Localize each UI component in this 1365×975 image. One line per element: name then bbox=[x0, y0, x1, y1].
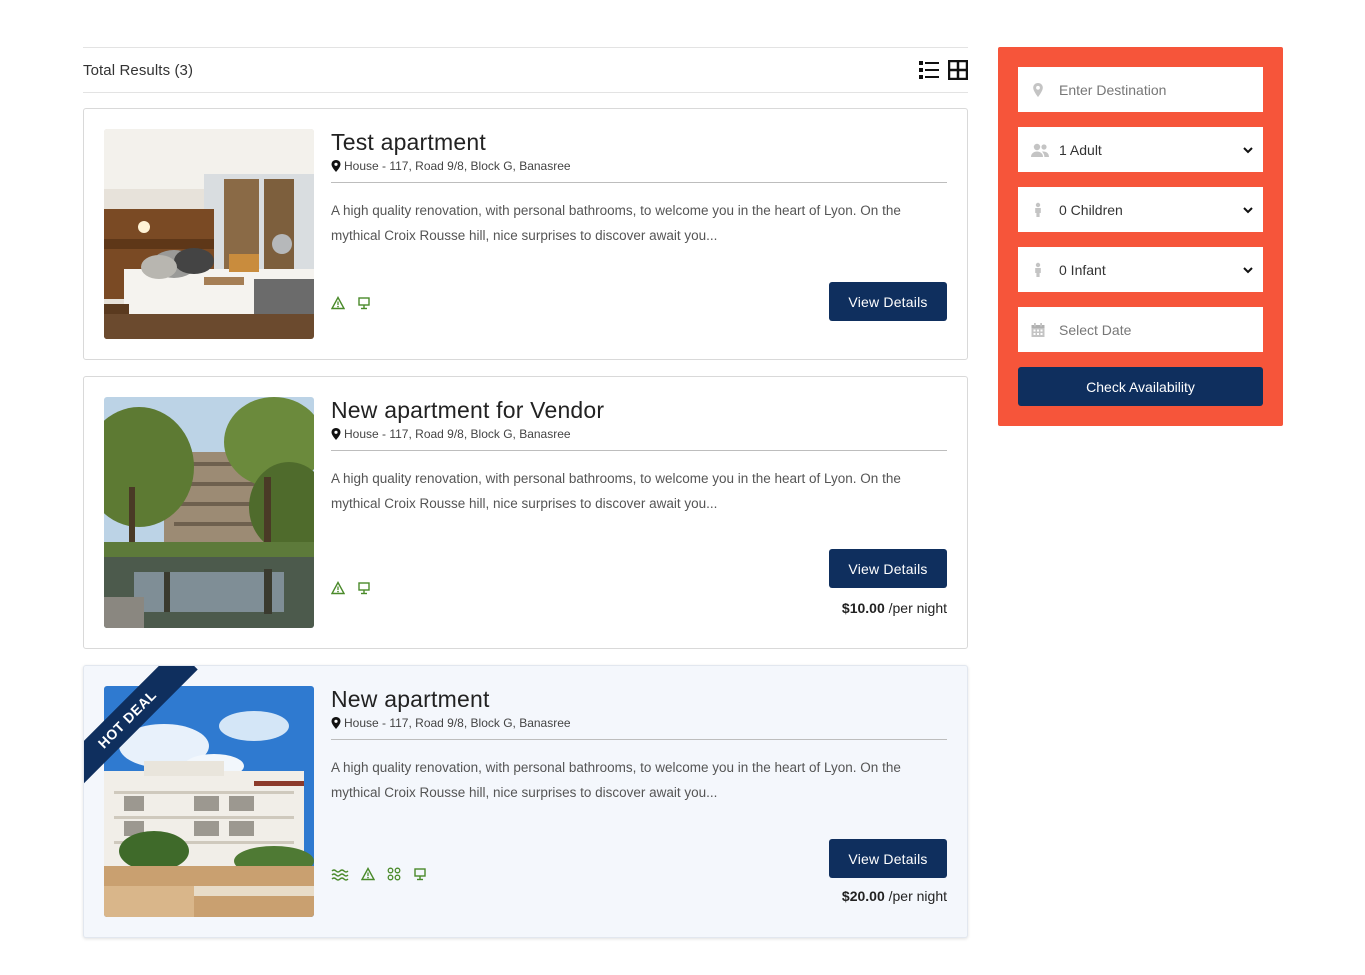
adults-value: 1 Adult bbox=[1059, 141, 1102, 158]
price-amount: $10.00 bbox=[841, 600, 885, 616]
results-column: Total Results (3) Test apartment House -… bbox=[83, 47, 968, 938]
listing-body: New apartment for Vendor House - 117, Ro… bbox=[331, 395, 947, 516]
price-amount: $20.00 bbox=[841, 888, 885, 904]
listing-body: Test apartment House - 117, Road 9/8, Bl… bbox=[331, 127, 947, 248]
warning-icon bbox=[361, 867, 375, 881]
view-details-button[interactable]: View Details bbox=[829, 839, 947, 878]
total-results-label: Total Results bbox=[83, 61, 171, 79]
hot-deal-label: HOT DEAL bbox=[84, 666, 198, 786]
users-icon bbox=[1030, 142, 1050, 158]
amenities bbox=[331, 296, 371, 310]
warning-icon bbox=[331, 581, 345, 595]
children-value: 0 Children bbox=[1059, 201, 1123, 218]
children-select[interactable]: 0 Children bbox=[1018, 187, 1263, 232]
hot-deal-ribbon: HOT DEAL bbox=[84, 666, 204, 786]
date-placeholder: Select Date bbox=[1059, 321, 1132, 338]
listing-price: $10.00 /per night bbox=[842, 600, 947, 616]
listing-thumbnail[interactable] bbox=[104, 129, 314, 339]
listing-title[interactable]: New apartment for Vendor bbox=[331, 395, 947, 425]
chevron-down-icon bbox=[1242, 204, 1254, 216]
listing-description: A high quality renovation, with personal… bbox=[331, 471, 901, 511]
listing-address-text: House - 117, Road 9/8, Block G, Banasree bbox=[344, 159, 571, 173]
view-details-button[interactable]: View Details bbox=[829, 549, 947, 588]
total-results-count: (3) bbox=[174, 61, 194, 79]
warning-icon bbox=[331, 296, 345, 310]
grid-view-icon[interactable] bbox=[948, 60, 968, 80]
listing-address: House - 117, Road 9/8, Block G, Banasree bbox=[331, 159, 947, 183]
listing-title[interactable]: New apartment bbox=[331, 684, 947, 714]
command-icon bbox=[387, 867, 401, 881]
price-unit: /per night bbox=[888, 888, 947, 904]
price-unit: /per night bbox=[888, 600, 947, 616]
listing-address-text: House - 117, Road 9/8, Block G, Banasree bbox=[344, 716, 571, 730]
listing-title[interactable]: Test apartment bbox=[331, 127, 947, 157]
view-toggles bbox=[919, 60, 968, 80]
infants-value: 0 Infant bbox=[1059, 261, 1106, 278]
date-field[interactable]: Select Date bbox=[1018, 307, 1263, 352]
listing-address-text: House - 117, Road 9/8, Block G, Banasree bbox=[344, 427, 571, 441]
listing-card: New apartment for Vendor House - 117, Ro… bbox=[83, 376, 968, 649]
chevron-down-icon bbox=[1242, 264, 1254, 276]
destination-placeholder: Enter Destination bbox=[1059, 81, 1167, 98]
results-header: Total Results (3) bbox=[83, 47, 968, 93]
infants-select[interactable]: 0 Infant bbox=[1018, 247, 1263, 292]
map-marker-icon bbox=[331, 717, 341, 729]
check-availability-button[interactable]: Check Availability bbox=[1018, 367, 1263, 406]
amenities bbox=[331, 581, 371, 595]
listing-description: A high quality renovation, with personal… bbox=[331, 203, 901, 243]
map-marker-icon bbox=[331, 428, 341, 440]
list-view-icon[interactable] bbox=[919, 60, 939, 80]
tv-icon bbox=[357, 296, 371, 310]
listing-card: Test apartment House - 117, Road 9/8, Bl… bbox=[83, 108, 968, 360]
listing-thumbnail[interactable] bbox=[104, 397, 314, 628]
location-icon bbox=[1030, 82, 1046, 98]
adults-select[interactable]: 1 Adult bbox=[1018, 127, 1263, 172]
listing-body: New apartment House - 117, Road 9/8, Blo… bbox=[331, 684, 947, 805]
child-icon bbox=[1030, 262, 1046, 278]
view-details-button[interactable]: View Details bbox=[829, 282, 947, 321]
listing-address: House - 117, Road 9/8, Block G, Banasree bbox=[331, 716, 947, 740]
tv-icon bbox=[357, 581, 371, 595]
listing-price: $20.00 /per night bbox=[842, 888, 947, 904]
amenities bbox=[331, 867, 427, 881]
destination-field[interactable]: Enter Destination bbox=[1018, 67, 1263, 112]
listing-description: A high quality renovation, with personal… bbox=[331, 760, 901, 800]
listing-card-featured: HOT DEAL New apartment House - 117, Road… bbox=[83, 665, 968, 938]
map-marker-icon bbox=[331, 160, 341, 172]
availability-search-panel: Enter Destination 1 Adult 0 Children 0 I… bbox=[998, 47, 1283, 426]
calendar-icon bbox=[1030, 322, 1046, 338]
total-results: Total Results (3) bbox=[83, 62, 193, 79]
tv-icon bbox=[413, 867, 427, 881]
chevron-down-icon bbox=[1242, 144, 1254, 156]
pool-icon bbox=[331, 867, 349, 881]
listing-address: House - 117, Road 9/8, Block G, Banasree bbox=[331, 427, 947, 451]
child-icon bbox=[1030, 202, 1046, 218]
